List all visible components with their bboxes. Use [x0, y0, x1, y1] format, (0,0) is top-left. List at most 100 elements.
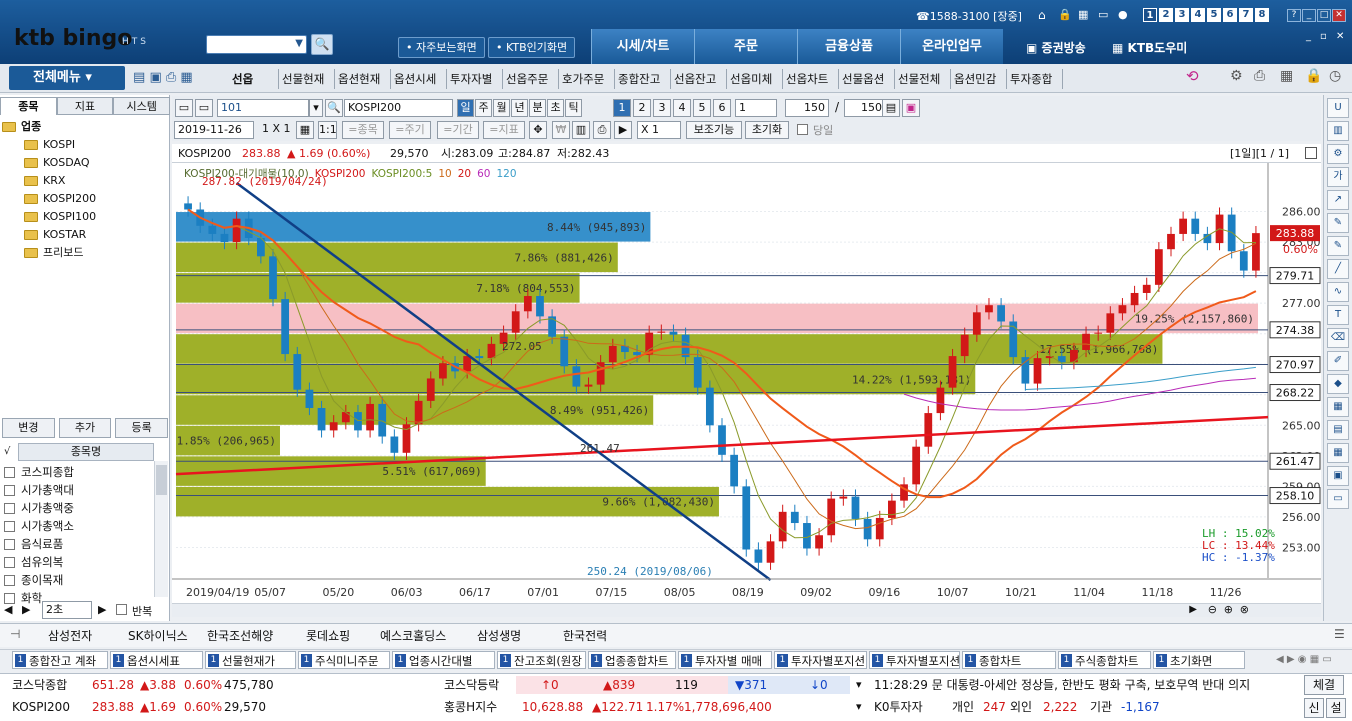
item-checkbox[interactable]: [4, 539, 15, 550]
stock-tab[interactable]: 삼성생명: [477, 627, 521, 644]
workspace-2[interactable]: 2: [1159, 8, 1173, 22]
calc-icon[interactable]: ▦: [1280, 68, 1293, 84]
num-3[interactable]: 4: [673, 99, 691, 117]
code-input[interactable]: 101: [217, 99, 309, 117]
stock-tab[interactable]: 롯데쇼핑: [306, 627, 350, 644]
play-icon[interactable]: ▶: [98, 603, 106, 616]
window-tab[interactable]: 1 업종시간대별: [392, 651, 495, 669]
settings-button[interactable]: 설: [1326, 698, 1346, 718]
next-icon[interactable]: ▶: [22, 603, 30, 616]
tab-indicators[interactable]: 지표: [56, 97, 114, 115]
grid-icon[interactable]: ▦: [1078, 8, 1088, 21]
window-tab[interactable]: 1 주식종합차트: [1058, 651, 1151, 669]
maximize-button[interactable]: □: [1317, 9, 1331, 22]
apply-icon[interactable]: ▤: [882, 99, 900, 117]
quick-popular-button[interactable]: • KTB인기화면: [488, 37, 576, 58]
palette-icon[interactable]: ◉: [1298, 654, 1307, 665]
num-2[interactable]: 3: [653, 99, 671, 117]
tree-node[interactable]: KOSPI100: [2, 208, 168, 226]
num-5[interactable]: 6: [713, 99, 731, 117]
add-button[interactable]: 추가: [58, 418, 112, 438]
news-ticker[interactable]: 11:28:29 문 대통령-아세안 정상들, 한반도 평화 구축, 보호무역 …: [874, 674, 1298, 696]
workspace-7[interactable]: 7: [1239, 8, 1253, 22]
period-5[interactable]: 초: [547, 99, 564, 117]
menu-item-4[interactable]: 투자자별: [447, 69, 503, 89]
period-3[interactable]: 년: [511, 99, 528, 117]
list-icon[interactable]: ☰: [1334, 627, 1345, 641]
pencil-icon[interactable]: ✎: [1327, 213, 1349, 233]
period-6[interactable]: 틱: [565, 99, 582, 117]
period-1[interactable]: 주: [475, 99, 492, 117]
change-button[interactable]: 변경: [2, 418, 55, 438]
period-2[interactable]: 월: [493, 99, 510, 117]
num-1[interactable]: 2: [633, 99, 651, 117]
window-tab[interactable]: 1 투자자별 매매: [678, 651, 772, 669]
window-icon[interactable]: ▤: [133, 70, 145, 85]
multiplier-select[interactable]: 1: [735, 99, 777, 117]
grid-icon[interactable]: ▦: [1327, 397, 1349, 417]
help-button[interactable]: ?: [1287, 9, 1301, 22]
lock-icon[interactable]: 🔒: [1058, 8, 1072, 21]
item-checkbox[interactable]: [4, 485, 15, 496]
info-icon[interactable]: ●: [1118, 8, 1128, 21]
zoom-reset-icon[interactable]: ⊗: [1240, 603, 1249, 616]
tab-order[interactable]: 주문: [694, 29, 797, 64]
workspace-1[interactable]: 1: [1143, 8, 1157, 22]
stock-tab[interactable]: 삼성전자: [48, 627, 92, 644]
prev-icon[interactable]: ◀: [4, 603, 12, 616]
text-icon[interactable]: T: [1327, 305, 1349, 325]
item-checkbox[interactable]: [4, 467, 15, 478]
chart-scrollbar[interactable]: ▶ ⊖ ⊕ ⊗: [172, 603, 1321, 617]
pencil2-icon[interactable]: ✎: [1327, 236, 1349, 256]
workspace-6[interactable]: 6: [1223, 8, 1237, 22]
repeat-checkbox[interactable]: [116, 604, 127, 615]
sync-cycle-button[interactable]: =주기: [389, 121, 431, 139]
zoom-in-icon[interactable]: ⊕: [1224, 603, 1233, 616]
ratio-button[interactable]: 1:1: [318, 121, 337, 139]
code-dropdown[interactable]: ▾: [309, 99, 323, 117]
tab-system[interactable]: 시스템: [113, 97, 171, 115]
tab-quote-chart[interactable]: 시세/차트: [591, 29, 694, 64]
screen-icon[interactable]: ▭: [1098, 8, 1108, 21]
line-icon[interactable]: ╱: [1327, 259, 1349, 279]
menu-item-10[interactable]: 선옵차트: [783, 69, 839, 89]
item-checkbox[interactable]: [4, 575, 15, 586]
window-tab[interactable]: 1 옵션시세표: [110, 651, 203, 669]
candlestick-chart[interactable]: 286.00283.00280.00277.00274.00271.00268.…: [172, 163, 1321, 603]
helper-button[interactable]: ▦ KTB도우미: [1112, 39, 1187, 56]
menu-item-12[interactable]: 선물전체: [895, 69, 951, 89]
mdi-minimize-icon[interactable]: _: [1306, 31, 1311, 42]
count-input[interactable]: 150: [785, 99, 829, 117]
list-item[interactable]: 종이목재: [4, 571, 63, 589]
window-tab[interactable]: 1 종합잔고 계좌: [12, 651, 108, 669]
currency-icon[interactable]: ₩: [552, 121, 570, 139]
list-item[interactable]: 시가총액소: [4, 517, 74, 535]
stock-tab[interactable]: SK하이닉스: [128, 627, 188, 644]
scroll-right-icon[interactable]: ▶: [1189, 604, 1197, 615]
image-icon[interactable]: ▣: [1327, 466, 1349, 486]
mdi-close-icon[interactable]: ✕: [1336, 31, 1344, 42]
workspace-3[interactable]: 3: [1175, 8, 1189, 22]
register-button[interactable]: 등록: [115, 418, 169, 438]
period-0[interactable]: 일: [457, 99, 474, 117]
menu-item-0[interactable]: 선옵: [229, 69, 279, 89]
tree-node[interactable]: 프리보드: [2, 244, 168, 262]
layout-icon[interactable]: ▭: [195, 99, 213, 117]
list-scrollbar[interactable]: [154, 461, 168, 597]
window-tab[interactable]: 1 초기화면: [1153, 651, 1245, 669]
menu-item-8[interactable]: 선옵잔고: [671, 69, 727, 89]
item-checkbox[interactable]: [4, 521, 15, 532]
zoom-out-icon[interactable]: ⊖: [1208, 603, 1217, 616]
menu-item-3[interactable]: 옵션시세: [391, 69, 447, 89]
scale-select[interactable]: X 1: [637, 121, 681, 139]
window-tab[interactable]: 1 투자자별포지션: [774, 651, 867, 669]
refresh-icon[interactable]: ⟲: [1186, 67, 1199, 85]
menu-item-2[interactable]: 옵션현재: [335, 69, 391, 89]
check-all-icon[interactable]: √: [4, 446, 10, 457]
list-item[interactable]: 시가총액중: [4, 499, 74, 517]
scroll-thumb[interactable]: [156, 465, 167, 495]
save-icon[interactable]: ▣: [902, 99, 920, 117]
menu-item-11[interactable]: 선물옵션: [839, 69, 895, 89]
wave-icon[interactable]: ∿: [1327, 282, 1349, 302]
pin-icon[interactable]: ⊣: [10, 627, 20, 641]
